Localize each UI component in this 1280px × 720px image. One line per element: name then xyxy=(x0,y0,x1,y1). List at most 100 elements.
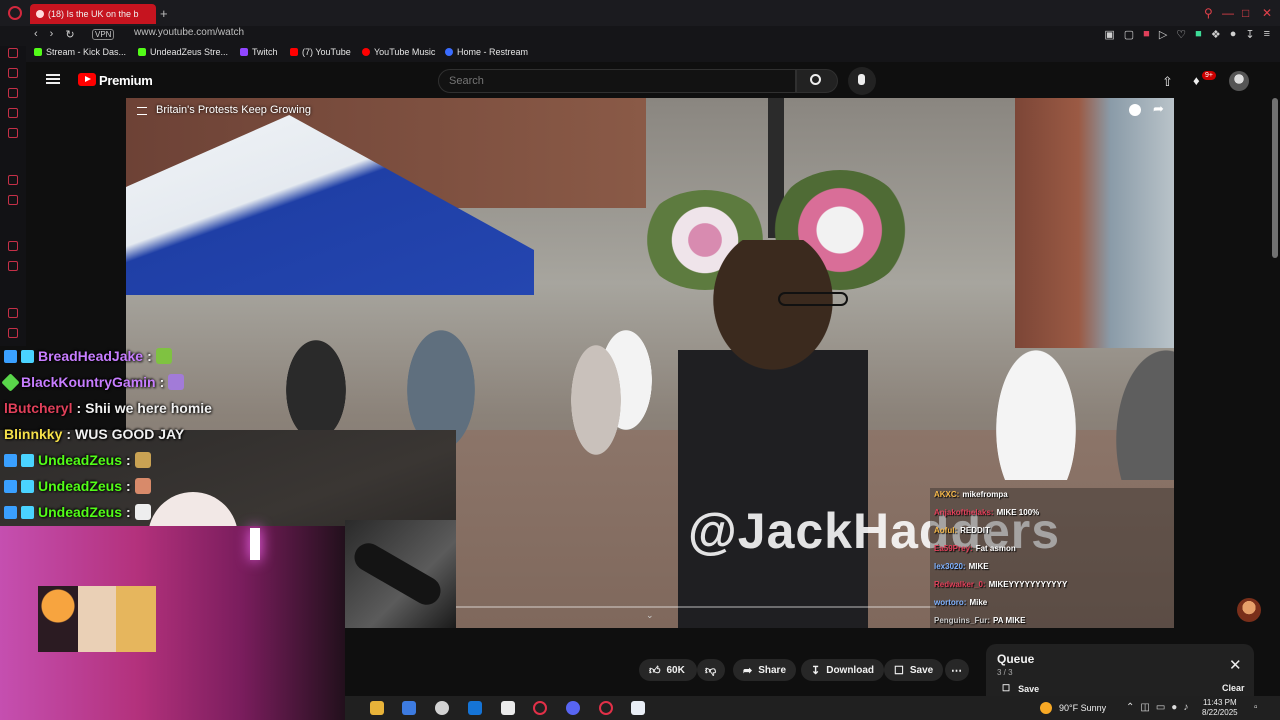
chevron-up-icon[interactable]: ⌃ xyxy=(1126,702,1134,713)
store-icon[interactable] xyxy=(402,701,416,715)
video-title[interactable]: Britain's Protests Keep Growing xyxy=(156,104,311,116)
reload-icon[interactable]: ↻ xyxy=(65,28,74,41)
tray-clock[interactable]: 11:43 PM 8/22/2025 xyxy=(1202,698,1238,718)
mini-chat-message: Aoful: REDDIT xyxy=(934,521,990,539)
close-window-icon[interactable]: ✕ xyxy=(1262,6,1272,20)
sidebar-settings-icon[interactable] xyxy=(8,195,18,205)
search-input[interactable] xyxy=(438,69,796,93)
queue-save-button[interactable]: ☐ Save xyxy=(1002,683,1039,694)
save-button[interactable]: ☐ Save xyxy=(884,659,944,681)
new-tab-button[interactable]: + xyxy=(160,6,168,21)
chat-message: lButcheryl : Shii we here homie xyxy=(4,397,212,419)
bookmark-restream[interactable]: Home - Restream xyxy=(445,47,528,57)
heart-icon[interactable]: ♡ xyxy=(1176,28,1186,41)
more-actions-button[interactable]: ⋯ xyxy=(945,659,969,681)
avatar[interactable] xyxy=(1229,71,1249,91)
mini-chat-message: Anjakofthelaks: MIKE 100% xyxy=(934,503,1039,521)
display-icon[interactable]: ▭ xyxy=(1156,702,1165,713)
upload-icon[interactable]: ⇧ xyxy=(1162,74,1173,90)
sidebar-twitch-icon[interactable] xyxy=(8,241,18,251)
sidebar-history-icon[interactable] xyxy=(8,68,18,78)
app-icon[interactable] xyxy=(435,701,449,715)
bookmark-youtube[interactable]: (7) YouTube xyxy=(290,47,351,57)
discord-icon[interactable] xyxy=(566,701,580,715)
like-count: 60K xyxy=(666,664,685,676)
bell-icon[interactable]: ♦ xyxy=(1193,73,1200,88)
dislike-button[interactable]: 👎︎ xyxy=(697,659,725,681)
notification-center-icon[interactable]: ▫ xyxy=(1254,702,1258,713)
sidebar-ai-icon[interactable] xyxy=(8,88,18,98)
watch-later-icon[interactable] xyxy=(1129,104,1141,116)
mini-chat-message: Penguins_Fur: PA MIKE xyxy=(934,611,1025,629)
network-icon[interactable]: ◫ xyxy=(1140,702,1149,713)
save-icon: ☐ xyxy=(1002,683,1011,693)
weather-icon[interactable] xyxy=(1040,702,1052,714)
window-icon[interactable] xyxy=(631,701,645,715)
play-icon[interactable]: ▷ xyxy=(1159,28,1167,41)
download-browser-icon[interactable]: ↧ xyxy=(1245,28,1254,41)
sidebar-x-icon[interactable] xyxy=(8,261,18,271)
sidebar-pinboard-icon[interactable] xyxy=(8,175,18,185)
youtube-brand-label[interactable]: Premium xyxy=(99,73,153,88)
capcut-icon[interactable] xyxy=(501,701,515,715)
page-scrollbar[interactable] xyxy=(1272,98,1278,258)
outlook-icon[interactable] xyxy=(468,701,482,715)
minimize-icon[interactable]: — xyxy=(1222,6,1234,20)
browser-tab-bar xyxy=(0,0,1280,26)
mic-tray-icon[interactable]: ● xyxy=(1171,702,1177,713)
menu-icon[interactable]: ≡ xyxy=(1264,28,1270,41)
sidebar-record-icon[interactable] xyxy=(8,308,18,318)
maximize-icon[interactable]: □ xyxy=(1242,6,1249,20)
shield-icon[interactable]: ■ xyxy=(1143,28,1150,41)
tray-weather[interactable]: 90°F Sunny xyxy=(1059,703,1106,713)
channel-avatar[interactable] xyxy=(1237,598,1261,622)
file-explorer-icon[interactable] xyxy=(370,701,384,715)
browser-tab-active[interactable]: (18) Is the UK on the b xyxy=(30,4,156,24)
tray-time: 11:43 PM xyxy=(1202,698,1237,707)
download-button[interactable]: ↧ Download xyxy=(801,659,884,681)
sidebar-box-icon[interactable] xyxy=(8,328,18,338)
share-icon[interactable]: ➦ xyxy=(1153,101,1164,117)
video-progress-bar[interactable] xyxy=(456,606,936,608)
sidebar-whatsapp-icon[interactable] xyxy=(8,108,18,118)
extension-icon[interactable]: ■ xyxy=(1195,28,1202,41)
chat-badge-icon xyxy=(21,349,34,363)
mic-icon[interactable] xyxy=(858,74,865,85)
queue-clear-button[interactable]: Clear xyxy=(1222,683,1245,693)
like-icon: 👍︎ xyxy=(649,664,661,677)
chevron-down-icon[interactable]: ⌄ xyxy=(646,610,654,621)
chat-message: BreadHeadJake : xyxy=(4,345,172,367)
search-tabs-icon[interactable]: ⚲ xyxy=(1204,6,1213,20)
bookmark-kick[interactable]: Stream - Kick Das... xyxy=(34,47,126,57)
download-icon: ↧ xyxy=(811,664,821,677)
mini-chat-username: lex3020: xyxy=(934,561,966,571)
playlist-icon[interactable] xyxy=(137,107,147,115)
like-button[interactable]: 👍︎ 60K xyxy=(639,659,697,681)
opera-taskbar-icon[interactable] xyxy=(533,701,547,715)
close-icon[interactable]: ✕ xyxy=(1229,656,1242,674)
volume-icon[interactable]: ♪ xyxy=(1183,702,1188,713)
obs-icon[interactable] xyxy=(599,701,613,715)
tray-date: 8/22/2025 xyxy=(1202,708,1238,717)
url-field[interactable]: www.youtube.com/watch xyxy=(134,27,244,38)
vpn-badge[interactable]: VPN xyxy=(92,29,115,40)
sidebar-messenger-icon[interactable] xyxy=(8,48,18,58)
forward-icon[interactable]: › xyxy=(50,28,54,41)
bookmark-twitch[interactable]: Twitch xyxy=(240,47,278,57)
mini-chat-text: Mike xyxy=(969,597,988,607)
mini-chat-text: Fat asmon xyxy=(975,543,1016,553)
puzzle-icon[interactable]: ❖ xyxy=(1211,28,1221,41)
tab-audio-icon[interactable] xyxy=(36,10,44,18)
hamburger-icon[interactable] xyxy=(46,74,60,84)
share-button[interactable]: ➦ Share xyxy=(733,659,797,681)
profile-icon[interactable]: ● xyxy=(1230,28,1237,41)
snapshot-icon[interactable]: ▢ xyxy=(1124,28,1134,41)
sidebar-mail-icon[interactable] xyxy=(8,128,18,138)
bookmark-youtube-music[interactable]: YouTube Music xyxy=(362,47,435,57)
back-icon[interactable]: ‹ xyxy=(34,28,38,41)
search-icon[interactable] xyxy=(810,74,821,85)
camera-icon[interactable]: ▣ xyxy=(1104,28,1114,41)
opera-icon[interactable] xyxy=(8,6,22,20)
bookmark-undeadzeus[interactable]: UndeadZeus Stre... xyxy=(138,47,228,57)
youtube-logo-icon[interactable] xyxy=(78,73,96,86)
